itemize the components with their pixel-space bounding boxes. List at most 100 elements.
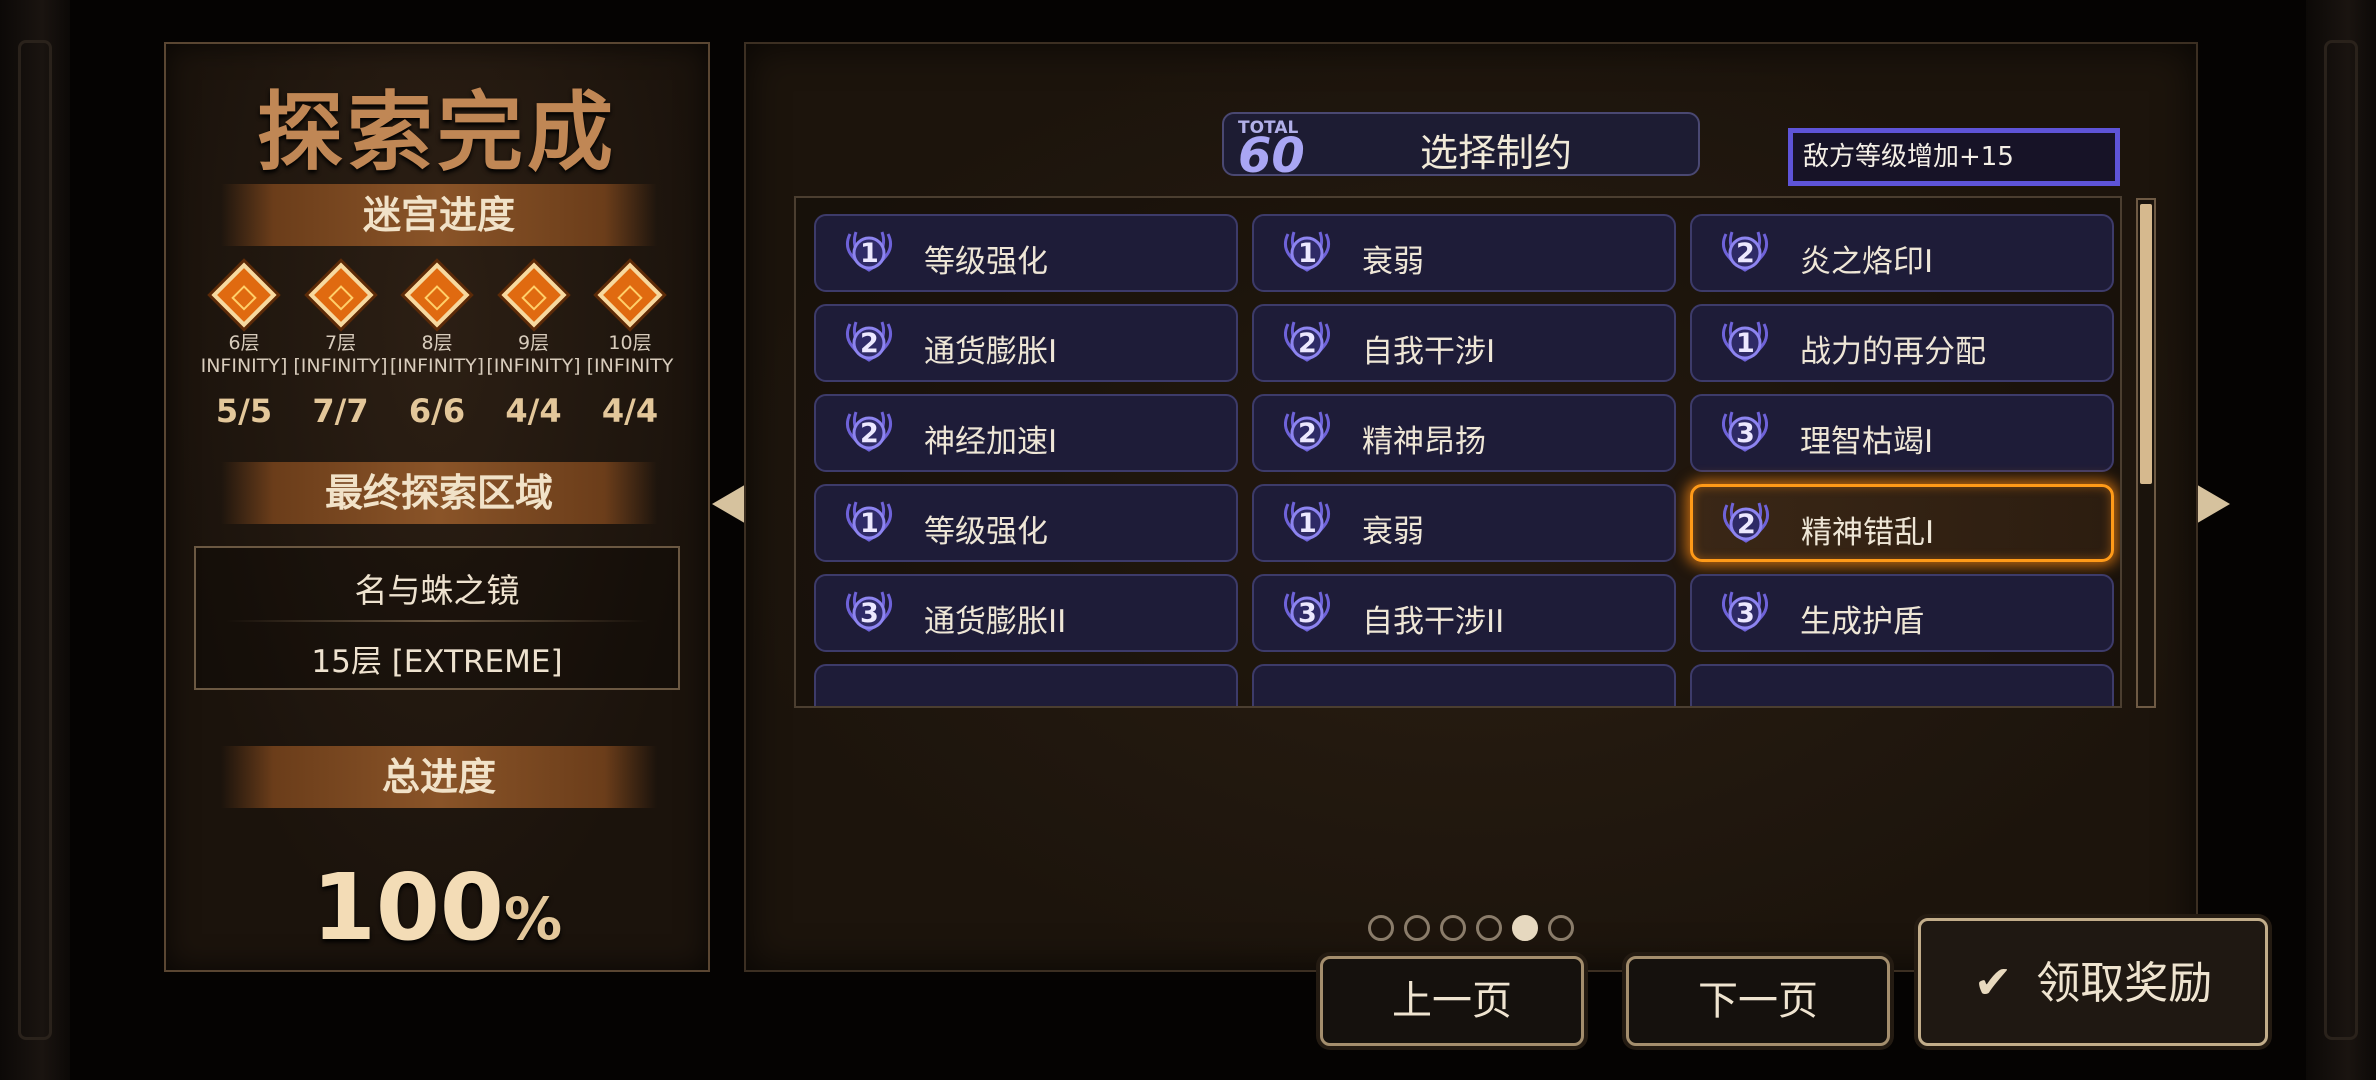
floor-difficulty: [INFINITY] [293, 355, 388, 377]
constraint-tile[interactable]: 1 等级强化 [814, 484, 1238, 562]
constraint-header: TOTAL 60 选择制约 [1222, 112, 1700, 184]
constraint-label: 等级强化 [924, 244, 1048, 280]
constraint-label: 衰弱 [1362, 244, 1424, 280]
total-progress-number: 100 [311, 854, 504, 961]
floor-name: 8层 [421, 332, 453, 354]
constraint-level: 3 [1736, 598, 1755, 629]
constraint-select-panel: TOTAL 60 选择制约 敌方等级增加+15 1 等级强化 1 衰弱 2 炎之烙印I 2 通… [744, 42, 2198, 972]
floor-item: 10层 [INFINITY 4/4 [582, 262, 678, 430]
constraint-level: 2 [1736, 238, 1755, 269]
floor-badge-icon [211, 262, 277, 328]
page-dot[interactable] [1368, 915, 1394, 941]
floor-name: 9层 [517, 332, 550, 354]
constraint-tile[interactable]: 2 炎之烙印I [1690, 214, 2114, 292]
floor-badge-icon [404, 262, 470, 328]
check-icon: ✔ [1973, 955, 2013, 1009]
floor-item: 9层 [INFINITY] 4/4 [486, 262, 582, 430]
constraint-label: 精神昂扬 [1362, 424, 1486, 460]
divider [226, 620, 648, 622]
constraint-label: 通货膨胀II [924, 604, 1067, 640]
floor-name: 10层 [608, 332, 652, 354]
floor-item: 8层 [INFINITY] 6/6 [389, 262, 485, 430]
constraint-level: 3 [860, 598, 879, 629]
constraint-label: 神经加速I [924, 424, 1058, 460]
constraint-title: 选择制约 [1419, 131, 1572, 175]
floor-count: 5/5 [215, 392, 273, 430]
constraint-tile[interactable]: 2 自我干涉I [1252, 304, 1676, 382]
page-dot[interactable] [1404, 915, 1430, 941]
exploration-summary-panel: 探索完成 迷宫进度 6层 INFINITY] 5/5 7层 [INFINITY]… [164, 42, 710, 972]
floor-count: 4/4 [601, 392, 659, 430]
floor-difficulty: [INFINITY [586, 355, 674, 377]
constraint-scrollbar[interactable] [2136, 198, 2156, 708]
left-frame-edge [0, 0, 70, 1080]
constraint-level: 3 [1298, 598, 1317, 629]
constraint-tile[interactable]: 3 生成护盾 [1690, 574, 2114, 652]
floor-item: 6层 INFINITY] 5/5 [196, 262, 292, 430]
page-indicator [1368, 915, 1574, 941]
floor-item: 7层 [INFINITY] 7/7 [293, 262, 389, 430]
constraint-label: 自我干涉II [1362, 604, 1505, 640]
floor-difficulty: [INFINITY] [486, 355, 581, 377]
page-dot[interactable] [1512, 915, 1538, 941]
constraint-level: 2 [1298, 328, 1317, 359]
floor-badge-icon [597, 262, 663, 328]
constraint-tile[interactable]: 3 理智枯竭I [1690, 394, 2114, 472]
constraint-tile-partial[interactable] [1690, 664, 2114, 706]
constraint-level: 1 [1298, 508, 1317, 539]
constraint-tile[interactable]: 1 衰弱 [1252, 484, 1676, 562]
constraint-label: 理智枯竭I [1800, 424, 1934, 460]
previous-page-button[interactable]: 上一页 [1320, 956, 1584, 1046]
floor-count: 6/6 [408, 392, 466, 430]
scrollbar-thumb[interactable] [2140, 204, 2152, 484]
constraint-label: 炎之烙印I [1800, 244, 1934, 280]
page-title: 探索完成 [257, 83, 617, 183]
floor-name: 7层 [324, 332, 357, 354]
enemy-level-info: 敌方等级增加+15 [1788, 128, 2120, 186]
page-dot[interactable] [1440, 915, 1466, 941]
constraint-tile[interactable]: 2 通货膨胀I [814, 304, 1238, 382]
claim-reward-button[interactable]: ✔ 领取奖励 [1918, 918, 2268, 1046]
constraint-level: 2 [860, 418, 879, 449]
constraint-level: 2 [860, 328, 879, 359]
constraint-list[interactable]: 1 等级强化 1 衰弱 2 炎之烙印I 2 通货膨胀I 2 自我干涉I 1 战力的再分配 2 神经加速I 2… [794, 196, 2122, 708]
constraint-level: 2 [1298, 418, 1317, 449]
claim-reward-label: 领取奖励 [2036, 958, 2213, 1009]
constraint-tile[interactable]: 1 衰弱 [1252, 214, 1676, 292]
floor-count: 7/7 [312, 392, 369, 430]
next-page-button[interactable]: 下一页 [1626, 956, 1890, 1046]
final-area-box: 名与蛛之镜 15层 [EXTREME] [194, 546, 680, 690]
constraint-label: 等级强化 [924, 514, 1048, 550]
constraint-level: 1 [1736, 328, 1755, 359]
floor-badge-icon [500, 262, 567, 328]
right-frame-edge [2306, 0, 2376, 1080]
constraint-tile-partial[interactable] [814, 664, 1238, 706]
final-area-floor: 15层 [EXTREME] [311, 644, 563, 680]
page-dot[interactable] [1476, 915, 1502, 941]
constraint-tile[interactable]: 3 自我干涉II [1252, 574, 1676, 652]
floor-difficulty: INFINITY] [200, 355, 288, 377]
constraint-tile[interactable]: 2 精神错乱I [1690, 484, 2114, 562]
page-dot[interactable] [1548, 915, 1574, 941]
constraint-level: 3 [1736, 418, 1755, 449]
final-area-header: 最终探索区域 [221, 462, 657, 524]
floor-name: 6层 [228, 332, 260, 354]
constraint-label: 自我干涉I [1362, 334, 1496, 370]
floor-count: 4/4 [505, 392, 562, 430]
constraint-level: 1 [860, 508, 879, 539]
total-progress-header: 总进度 [221, 746, 657, 808]
floor-difficulty: [INFINITY] [389, 355, 485, 377]
maze-progress-header: 迷宫进度 [221, 184, 657, 246]
constraint-tile[interactable]: 3 通货膨胀II [814, 574, 1238, 652]
constraint-label: 通货膨胀I [924, 334, 1058, 370]
final-area-name: 名与蛛之镜 [354, 571, 520, 610]
constraint-tile[interactable]: 2 神经加速I [814, 394, 1238, 472]
constraint-level: 1 [860, 238, 879, 269]
constraint-level: 2 [1737, 509, 1756, 540]
constraint-tile[interactable]: 1 等级强化 [814, 214, 1238, 292]
constraint-label: 衰弱 [1362, 514, 1424, 550]
constraint-tile-partial[interactable] [1252, 664, 1676, 706]
constraint-label: 生成护盾 [1800, 604, 1924, 640]
constraint-tile[interactable]: 1 战力的再分配 [1690, 304, 2114, 382]
constraint-tile[interactable]: 2 精神昂扬 [1252, 394, 1676, 472]
